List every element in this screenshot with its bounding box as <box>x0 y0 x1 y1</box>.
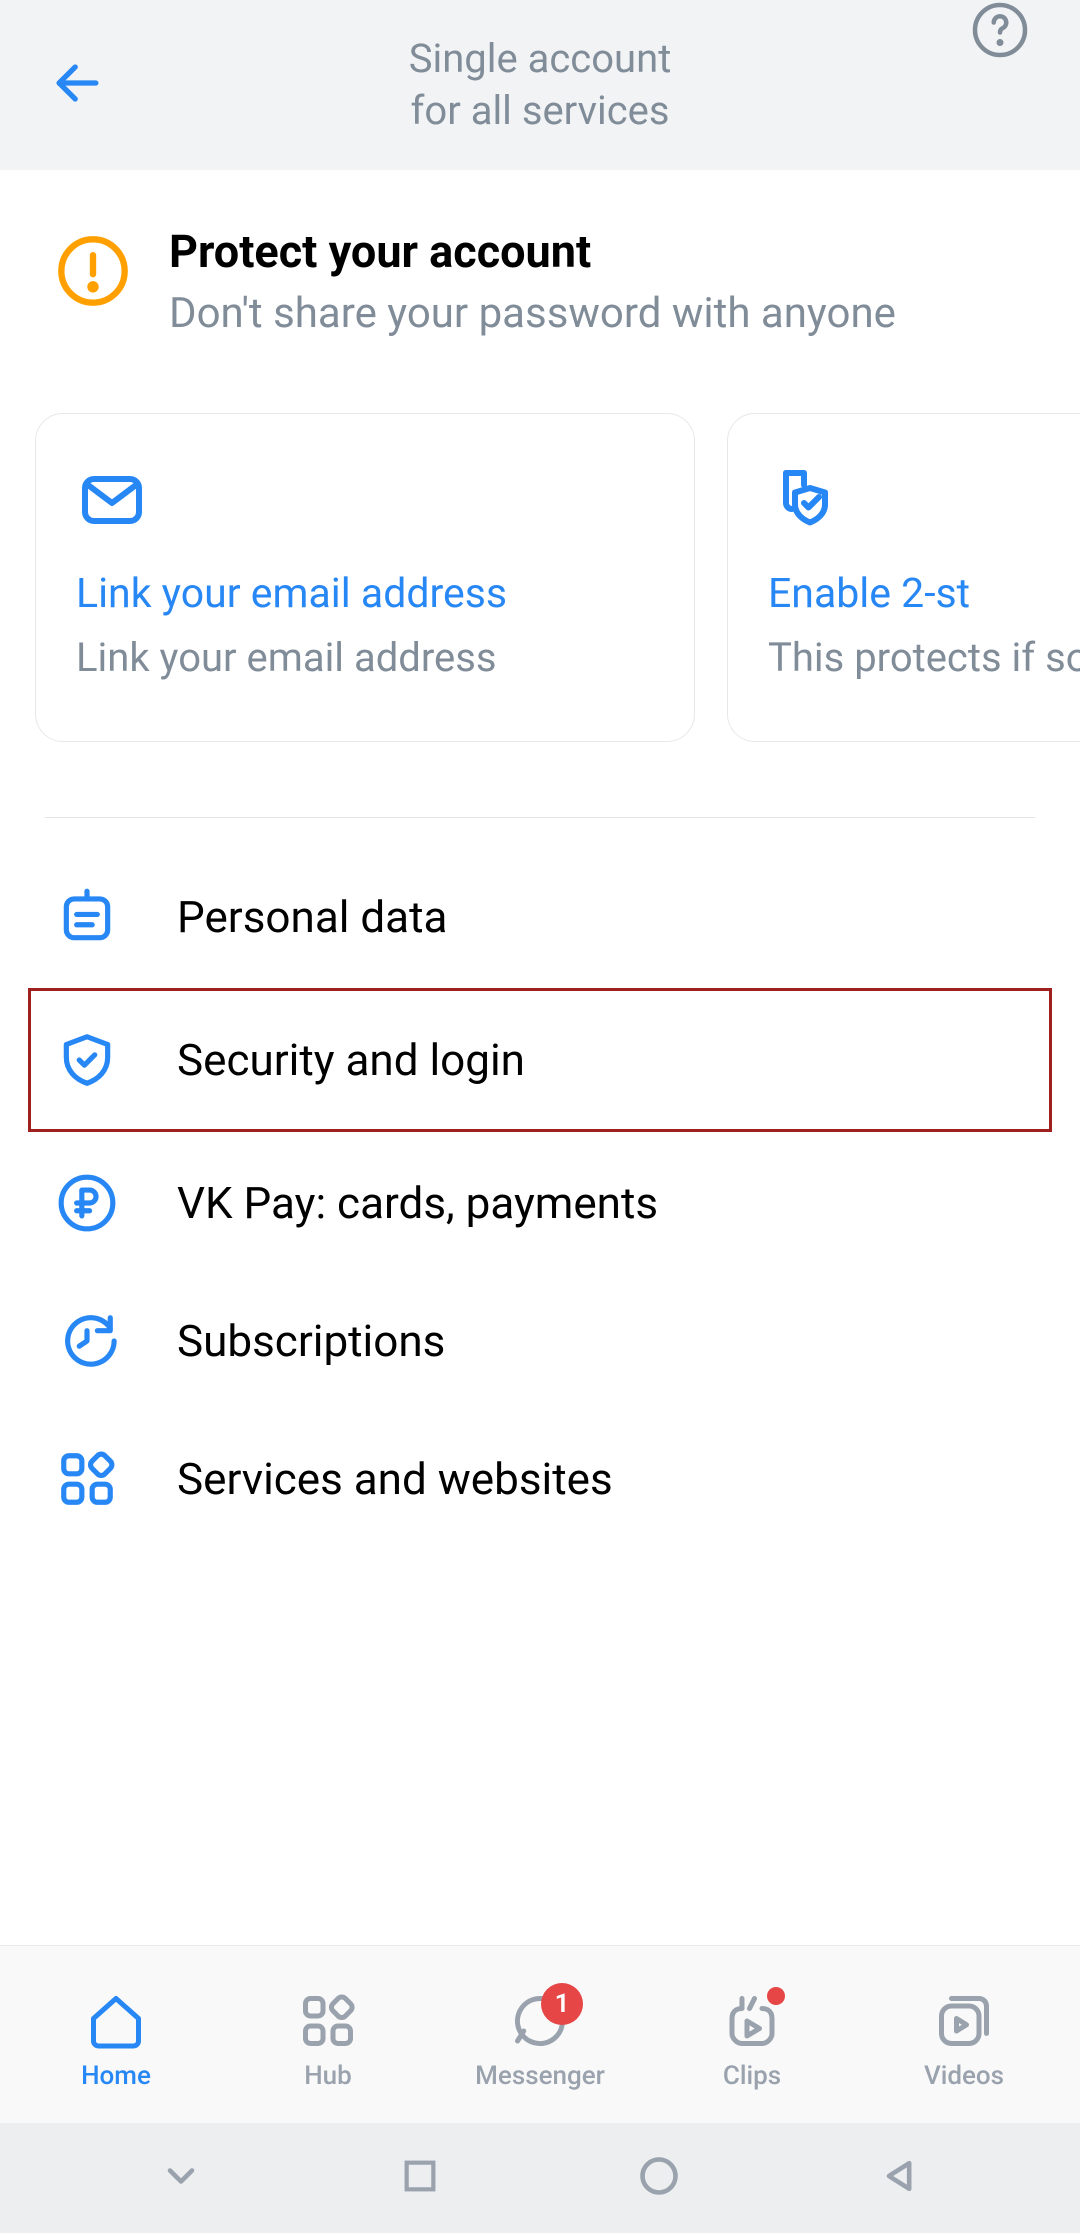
menu-label: VK Pay: cards, payments <box>177 1177 658 1229</box>
menu-label: Subscriptions <box>177 1315 445 1367</box>
nav-label: Hub <box>304 2061 352 2091</box>
id-card-icon <box>54 886 119 948</box>
circle-icon <box>637 2154 681 2198</box>
settings-menu: Personal data Security and login VK Pay:… <box>0 848 1080 1548</box>
nav-clips[interactable]: Clips <box>677 1991 827 2091</box>
nav-label: Clips <box>723 2061 781 2091</box>
card-subtitle: Link your email address <box>76 630 654 686</box>
divider <box>45 817 1035 818</box>
page-title: Single accountfor all services <box>40 33 1040 137</box>
menu-item-services[interactable]: Services and websites <box>28 1410 1052 1548</box>
videos-icon <box>934 1991 994 2051</box>
menu-item-subscriptions[interactable]: Subscriptions <box>28 1272 1052 1410</box>
nav-home[interactable]: Home <box>41 1991 191 2091</box>
nav-messenger[interactable]: 1 Messenger <box>465 1991 615 2091</box>
arrow-left-icon <box>50 56 105 111</box>
nav-hub[interactable]: Hub <box>253 1991 403 2091</box>
menu-item-vkpay[interactable]: VK Pay: cards, payments <box>28 1134 1052 1272</box>
nav-label: Videos <box>924 2061 1004 2091</box>
help-button[interactable] <box>970 0 1030 64</box>
system-nav <box>0 2123 1080 2233</box>
bottom-nav: Home Hub 1 Messenger Clips Videos <box>0 1945 1080 2123</box>
question-circle-icon <box>970 0 1030 60</box>
card-title: Link your email address <box>76 570 654 618</box>
protect-subtitle: Don't share your password with anyone <box>169 286 896 343</box>
link-email-card[interactable]: Link your email address Link your email … <box>35 413 695 742</box>
sys-overview-button[interactable] <box>400 2156 440 2200</box>
menu-label: Security and login <box>177 1034 525 1086</box>
shield-check-icon <box>54 1029 119 1091</box>
triangle-left-icon <box>878 2154 922 2198</box>
nav-label: Messenger <box>475 2061 605 2091</box>
clock-arrow-icon <box>54 1310 119 1372</box>
menu-item-security[interactable]: Security and login <box>28 988 1052 1132</box>
ruble-circle-icon <box>54 1172 119 1234</box>
security-cards-row[interactable]: Link your email address Link your email … <box>0 393 1080 782</box>
sys-back-button[interactable] <box>878 2154 922 2202</box>
warning-circle-icon <box>55 233 131 313</box>
chevron-down-icon <box>159 2154 203 2198</box>
notification-dot <box>767 1987 785 2005</box>
sys-recent-button[interactable] <box>159 2154 203 2202</box>
menu-item-personal-data[interactable]: Personal data <box>28 848 1052 986</box>
nav-videos[interactable]: Videos <box>889 1991 1039 2091</box>
hub-icon <box>298 1991 358 2051</box>
menu-label: Personal data <box>177 891 447 943</box>
shield-devices-icon <box>768 464 1080 540</box>
badge: 1 <box>541 1983 583 2025</box>
sys-home-button[interactable] <box>637 2154 681 2202</box>
main-content: Protect your account Don't share your pa… <box>0 170 1080 1945</box>
2fa-card[interactable]: Enable 2-st This protects if someone g y… <box>727 413 1080 742</box>
card-subtitle: This protects if someone g your passwor <box>768 630 1080 686</box>
square-icon <box>400 2156 440 2196</box>
protect-title: Protect your account <box>169 225 896 278</box>
menu-label: Services and websites <box>177 1453 613 1505</box>
grid-icon <box>54 1448 119 1510</box>
home-icon <box>86 1991 146 2051</box>
card-title: Enable 2-st <box>768 570 1080 618</box>
back-button[interactable] <box>50 56 105 115</box>
nav-label: Home <box>81 2061 151 2091</box>
protect-banner: Protect your account Don't share your pa… <box>0 170 1080 393</box>
mail-icon <box>76 464 654 540</box>
header: Single accountfor all services <box>0 0 1080 170</box>
